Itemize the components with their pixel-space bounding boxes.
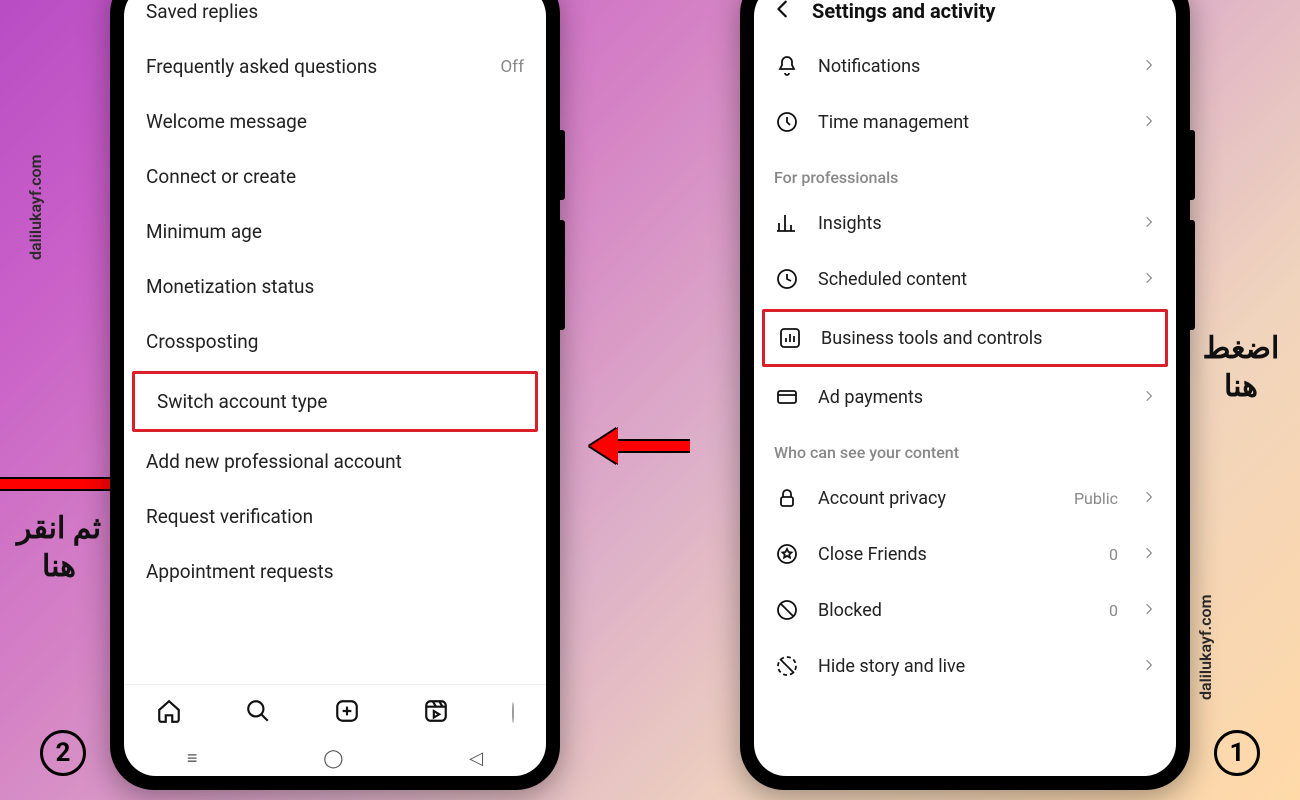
chevron-right-icon (1142, 214, 1156, 233)
chevron-right-icon (1142, 489, 1156, 508)
phone-frame-left: Saved replies Frequently asked questions… (110, 0, 560, 790)
create-icon[interactable] (334, 698, 360, 728)
section-for-professionals: For professionals (754, 150, 1176, 195)
row-value: Off (500, 57, 524, 77)
row-monetization[interactable]: Monetization status (124, 259, 546, 314)
row-add-professional[interactable]: Add new professional account (124, 434, 546, 489)
chevron-right-icon (1142, 545, 1156, 564)
back-icon[interactable] (772, 0, 794, 24)
card-icon (774, 385, 800, 409)
row-switch-account-type[interactable]: Switch account type (132, 371, 538, 432)
row-label: Business tools and controls (821, 328, 1153, 349)
clock-arrow-icon (774, 267, 800, 291)
row-label: Switch account type (157, 390, 327, 413)
row-value: 0 (1109, 601, 1118, 620)
row-label: Welcome message (146, 110, 307, 133)
star-icon (774, 542, 800, 566)
row-label: Blocked (818, 600, 1091, 621)
row-connect-create[interactable]: Connect or create (124, 149, 546, 204)
row-scheduled-content[interactable]: Scheduled content (754, 251, 1176, 307)
chevron-right-icon (1142, 601, 1156, 620)
home-icon[interactable] (156, 698, 182, 728)
chevron-right-icon (1142, 657, 1156, 676)
row-saved-replies[interactable]: Saved replies (124, 0, 546, 39)
step-badge-2: 2 (40, 730, 86, 776)
reels-icon[interactable] (423, 698, 449, 728)
row-account-privacy[interactable]: Account privacy Public (754, 470, 1176, 526)
home-button-icon[interactable]: ◯ (323, 748, 343, 769)
row-label: Monetization status (146, 275, 314, 298)
row-label: Saved replies (146, 0, 258, 23)
row-label: Minimum age (146, 220, 262, 243)
row-blocked[interactable]: Blocked 0 (754, 582, 1176, 638)
row-welcome-message[interactable]: Welcome message (124, 94, 546, 149)
row-faq[interactable]: Frequently asked questions Off (124, 39, 546, 94)
chevron-right-icon (1142, 113, 1156, 132)
arrow-between-phones (590, 428, 690, 464)
row-label: Insights (818, 213, 1124, 234)
row-label: Close Friends (818, 544, 1091, 565)
row-close-friends[interactable]: Close Friends 0 (754, 526, 1176, 582)
row-value: Public (1074, 489, 1118, 508)
search-icon[interactable] (245, 698, 271, 728)
clock-icon (774, 110, 800, 134)
row-hide-story[interactable]: Hide story and live (754, 638, 1176, 694)
row-notifications[interactable]: Notifications (754, 38, 1176, 94)
recent-apps-icon[interactable]: ≡ (187, 748, 198, 769)
row-label: Frequently asked questions (146, 55, 377, 78)
header-row: Settings and activity (754, 0, 1176, 38)
row-request-verification[interactable]: Request verification (124, 489, 546, 544)
chevron-right-icon (1142, 388, 1156, 407)
row-label: Appointment requests (146, 560, 334, 583)
callout-left: ثم انقر هنا (14, 510, 104, 585)
row-label: Notifications (818, 56, 1124, 77)
row-value: 0 (1109, 545, 1118, 564)
bottom-nav (124, 684, 546, 740)
chevron-right-icon (1142, 270, 1156, 289)
row-label: Add new professional account (146, 450, 402, 473)
row-time-management[interactable]: Time management (754, 94, 1176, 150)
page-title: Settings and activity (812, 0, 995, 23)
row-crossposting[interactable]: Crossposting (124, 314, 546, 369)
bars-icon (774, 211, 800, 235)
row-label: Account privacy (818, 488, 1056, 509)
row-insights[interactable]: Insights (754, 195, 1176, 251)
watermark-right: dalilukayf.com (1196, 595, 1215, 701)
row-label: Time management (818, 112, 1124, 133)
chevron-right-icon (1142, 57, 1156, 76)
screen-business-tools: Saved replies Frequently asked questions… (124, 0, 546, 776)
block-icon (774, 598, 800, 622)
callout-right: اضغط هنا (1196, 330, 1286, 405)
row-label: Scheduled content (818, 269, 1124, 290)
phone-frame-right: Settings and activity Notifications Time… (740, 0, 1190, 790)
hide-icon (774, 654, 800, 678)
row-appointment-requests[interactable]: Appointment requests (124, 544, 546, 599)
row-label: Crossposting (146, 330, 258, 353)
step-badge-1: 1 (1214, 730, 1260, 776)
row-minimum-age[interactable]: Minimum age (124, 204, 546, 259)
watermark-left: dalilukayf.com (26, 155, 45, 261)
chart-icon (777, 326, 803, 350)
row-label: Request verification (146, 505, 313, 528)
row-label: Ad payments (818, 387, 1124, 408)
screen-settings: Settings and activity Notifications Time… (754, 0, 1176, 776)
row-label: Hide story and live (818, 656, 1124, 677)
bell-icon (774, 54, 800, 78)
lock-icon (774, 486, 800, 510)
profile-avatar[interactable] (512, 703, 514, 722)
row-ad-payments[interactable]: Ad payments (754, 369, 1176, 425)
android-nav: ≡ ◯ ◁ (124, 740, 546, 776)
row-label: Connect or create (146, 165, 296, 188)
back-button-icon[interactable]: ◁ (469, 748, 483, 769)
row-business-tools[interactable]: Business tools and controls (762, 309, 1168, 367)
section-who-can-see: Who can see your content (754, 425, 1176, 470)
